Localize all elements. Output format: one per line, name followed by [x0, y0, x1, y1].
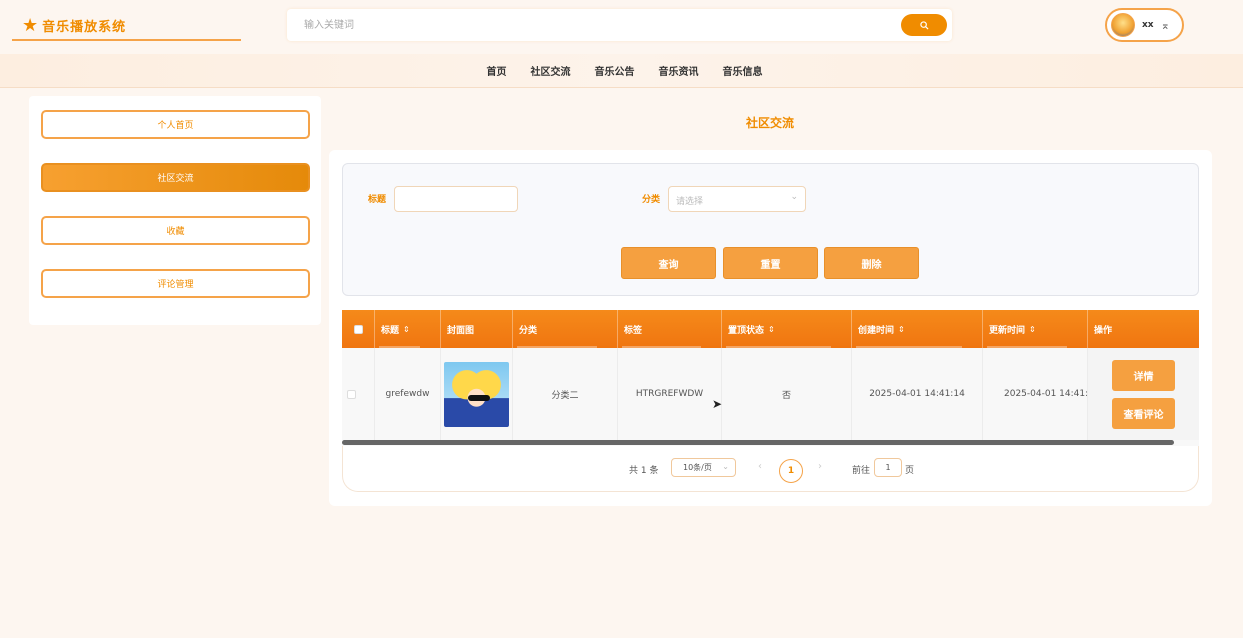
- table-header: 标题 ⇕ 封面图 分类 标签 置顶状态 ⇕ 创建时间 ⇕ 更新时间 ⇕ 操作: [342, 310, 1199, 348]
- select-all-header: [342, 310, 375, 348]
- total-count: 共 1 条: [629, 466, 659, 476]
- nav-item-announcement[interactable]: 音乐公告: [595, 63, 635, 78]
- sidebar-item-favorites[interactable]: 收藏: [41, 216, 310, 245]
- nav-item-community[interactable]: 社区交流: [531, 63, 571, 78]
- user-name: xx: [1142, 20, 1154, 30]
- prev-page-icon[interactable]: ‹: [758, 461, 762, 472]
- view-comments-button[interactable]: 查看评论: [1112, 398, 1175, 429]
- reset-button[interactable]: 重置: [723, 247, 818, 279]
- horizontal-scrollbar[interactable]: [342, 440, 1174, 445]
- category-filter-label: 分类: [642, 195, 661, 205]
- chevron-down-icon: ⌄: [790, 192, 798, 202]
- delete-button[interactable]: 删除: [824, 247, 919, 279]
- page-number-current[interactable]: 1: [779, 459, 803, 483]
- sort-icon[interactable]: ⇕: [1029, 325, 1036, 334]
- sidebar-item-comments[interactable]: 评论管理: [41, 269, 310, 298]
- category-filter-select[interactable]: 请选择 ⌄: [668, 186, 806, 212]
- column-header-category: 分类: [513, 310, 618, 348]
- column-header-pinned[interactable]: 置顶状态 ⇕: [722, 310, 852, 348]
- column-header-title[interactable]: 标题 ⇕: [375, 310, 441, 348]
- search-icon: [919, 20, 929, 30]
- header: ★ 音乐播放系统 xx ⌅: [0, 0, 1243, 54]
- chevron-down-icon: ⌄: [722, 462, 729, 471]
- column-header-cover: 封面图: [441, 310, 513, 348]
- goto-label: 前往: [852, 466, 871, 476]
- user-menu[interactable]: xx ⌅: [1105, 8, 1184, 42]
- column-header-created[interactable]: 创建时间 ⇕: [852, 310, 983, 348]
- cell-cover: [441, 348, 513, 440]
- select-all-checkbox[interactable]: [353, 324, 363, 334]
- logo[interactable]: ★ 音乐播放系统: [12, 12, 241, 41]
- cell-pinned: 否: [722, 348, 852, 440]
- cell-created: 2025-04-01 14:41:14: [852, 348, 983, 440]
- sidebar-item-profile[interactable]: 个人首页: [41, 110, 310, 139]
- avatar: [1111, 13, 1135, 37]
- row-checkbox-cell: [342, 348, 375, 440]
- search-button[interactable]: [901, 14, 947, 36]
- app-title: 音乐播放系统: [42, 20, 127, 35]
- search-bar: [287, 9, 952, 41]
- sidebar: 个人首页 社区交流 收藏 评论管理: [29, 96, 321, 325]
- pagination: 共 1 条 10条/页 ⌄ ‹ 1 › 前往 1 页: [342, 446, 1199, 492]
- column-header-updated[interactable]: 更新时间 ⇕: [983, 310, 1088, 348]
- nav-item-music-info[interactable]: 音乐信息: [723, 63, 763, 78]
- sort-icon[interactable]: ⇕: [403, 325, 410, 334]
- nav-item-news[interactable]: 音乐资讯: [659, 63, 699, 78]
- goto-page-input[interactable]: 1: [874, 458, 902, 477]
- row-checkbox[interactable]: [347, 389, 356, 399]
- page-size-select[interactable]: 10条/页 ⌄: [671, 458, 736, 477]
- title-filter-label: 标题: [368, 195, 387, 205]
- star-icon: ★: [22, 14, 39, 36]
- sort-icon[interactable]: ⇕: [898, 325, 905, 334]
- cell-tag: HTRGREFWDW: [618, 348, 722, 440]
- main-panel: 标题 分类 请选择 ⌄ 查询 重置 删除 标题 ⇕ 封面图 分类 标签 置顶状态…: [329, 150, 1212, 506]
- cursor-icon: ➤: [712, 397, 723, 411]
- data-table: 标题 ⇕ 封面图 分类 标签 置顶状态 ⇕ 创建时间 ⇕ 更新时间 ⇕ 操作 g…: [342, 310, 1199, 446]
- title-filter-input[interactable]: [394, 186, 518, 212]
- filter-panel: 标题 分类 请选择 ⌄ 查询 重置 删除: [342, 163, 1199, 296]
- column-header-tag: 标签: [618, 310, 722, 348]
- category-placeholder: 请选择: [676, 197, 704, 207]
- page-title: 社区交流: [745, 116, 794, 130]
- cover-image[interactable]: [444, 361, 509, 427]
- column-header-actions: 操作: [1094, 325, 1113, 336]
- sort-icon[interactable]: ⇕: [768, 325, 775, 334]
- nav-item-home[interactable]: 首页: [487, 63, 507, 78]
- logout-icon[interactable]: ⌅: [1161, 19, 1170, 32]
- cell-updated: 2025-04-01 14:41:1: [983, 348, 1088, 440]
- next-page-icon[interactable]: ›: [818, 461, 822, 472]
- cell-title: grefewdw: [375, 348, 441, 440]
- query-button[interactable]: 查询: [621, 247, 716, 279]
- cell-category: 分类二: [513, 348, 618, 440]
- detail-button[interactable]: 详情: [1112, 360, 1175, 391]
- search-input[interactable]: [287, 9, 887, 41]
- sidebar-item-community[interactable]: 社区交流: [41, 163, 310, 192]
- page-suffix: 页: [905, 466, 915, 476]
- cell-actions: 详情 查看评论: [1088, 348, 1199, 440]
- top-nav: 首页 社区交流 音乐公告 音乐资讯 音乐信息: [0, 54, 1243, 88]
